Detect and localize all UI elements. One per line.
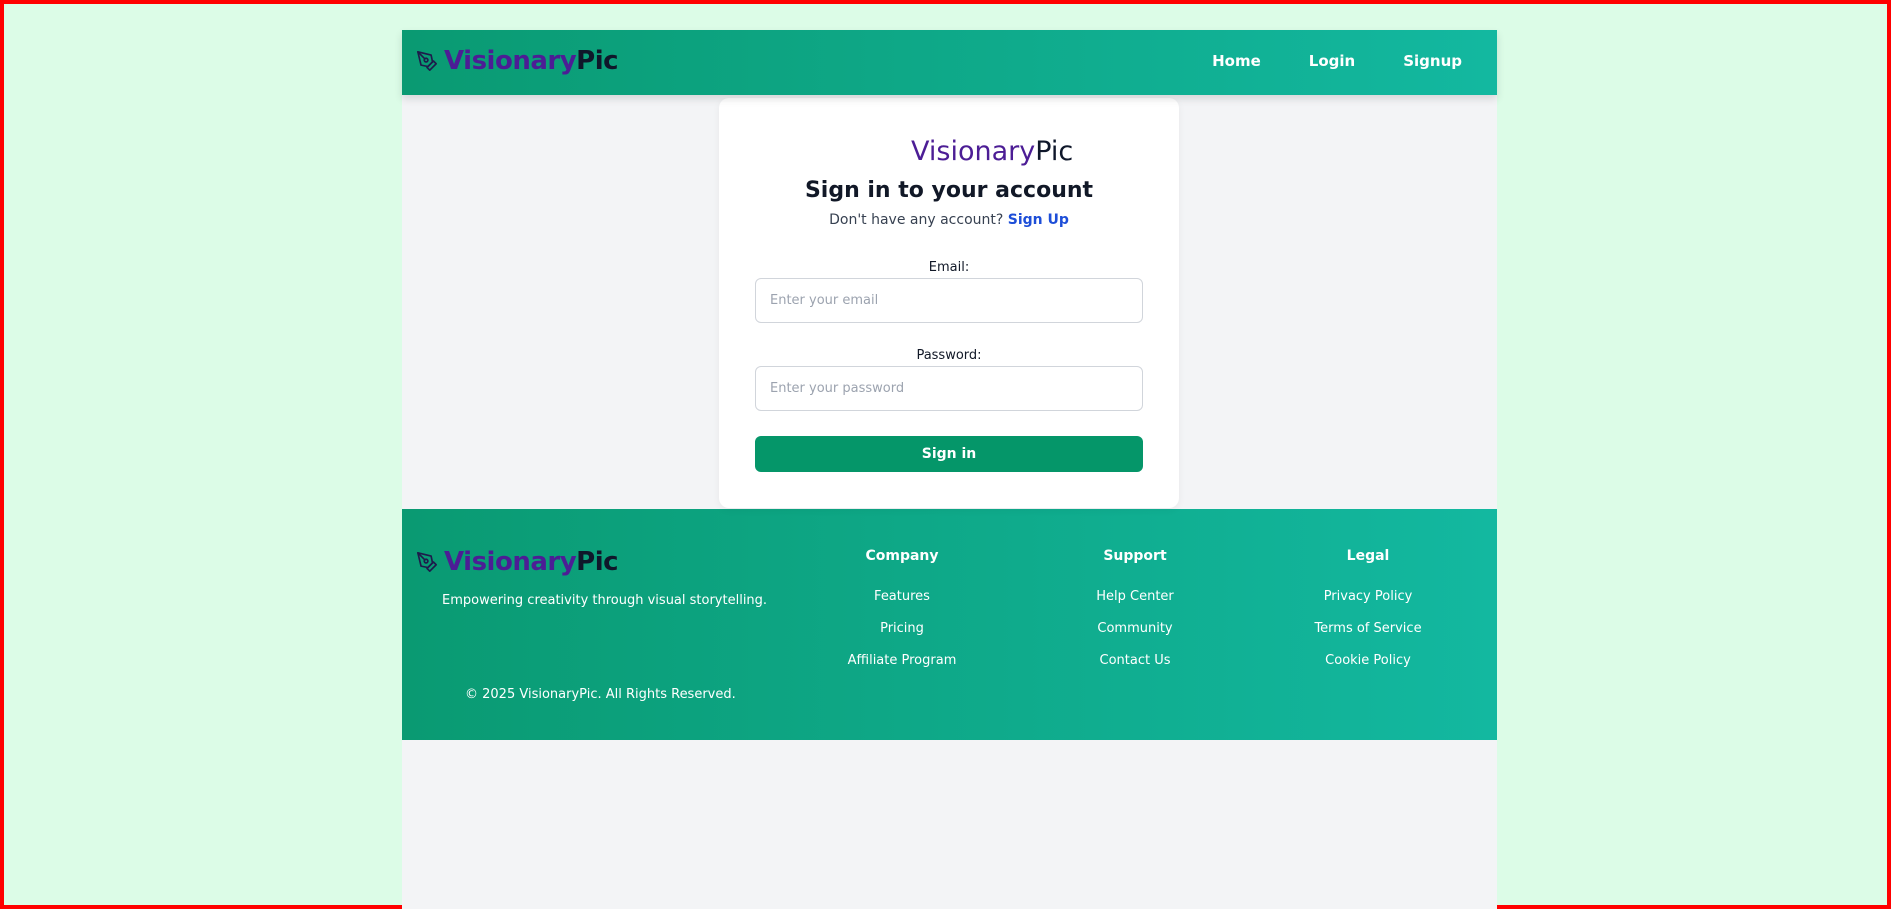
nav-links: Home Login Signup bbox=[1164, 52, 1462, 70]
card-brand: VisionaryPic bbox=[911, 136, 1073, 167]
nav-link-login[interactable]: Login bbox=[1309, 52, 1355, 70]
signin-button[interactable]: Sign in bbox=[755, 436, 1143, 472]
footer-column-heading: Legal bbox=[1346, 548, 1390, 564]
password-field[interactable] bbox=[755, 366, 1143, 411]
footer-link-contact-us[interactable]: Contact Us bbox=[1035, 650, 1235, 682]
pen-nib-icon bbox=[417, 51, 437, 71]
brand-name-part1: Visionary bbox=[444, 46, 577, 76]
signup-prompt: Don't have any account? Sign Up bbox=[719, 212, 1179, 228]
footer-column-support: Support Help Center Community Contact Us bbox=[1035, 548, 1235, 682]
footer-copyright: © 2025 VisionaryPic. All Rights Reserved… bbox=[465, 687, 736, 702]
brand-name-part2: Pic bbox=[1035, 136, 1074, 167]
footer-column-heading: Company bbox=[865, 548, 939, 564]
footer: Visionary Pic Empowering creativity throu… bbox=[402, 509, 1497, 740]
footer-link-help-center[interactable]: Help Center bbox=[1035, 586, 1235, 618]
page-frame: Visionary Pic Home Login Signup Visionary… bbox=[402, 30, 1497, 909]
email-label: Email: bbox=[928, 260, 970, 275]
brand-name-part1: Visionary bbox=[911, 136, 1036, 167]
password-label: Password: bbox=[916, 348, 982, 363]
signin-card: VisionaryPic Sign in to your account Don… bbox=[719, 98, 1179, 508]
footer-column-legal: Legal Privacy Policy Terms of Service Co… bbox=[1268, 548, 1468, 682]
navbar: Visionary Pic Home Login Signup bbox=[402, 30, 1497, 95]
footer-link-cookie-policy[interactable]: Cookie Policy bbox=[1268, 650, 1468, 682]
brand-name-part1: Visionary bbox=[444, 547, 577, 577]
footer-link-privacy-policy[interactable]: Privacy Policy bbox=[1268, 586, 1468, 618]
nav-link-signup[interactable]: Signup bbox=[1403, 52, 1462, 70]
brand-name-part2: Pic bbox=[576, 46, 619, 76]
signup-prompt-text: Don't have any account? bbox=[829, 212, 1004, 228]
nav-link-home[interactable]: Home bbox=[1212, 52, 1261, 70]
pen-nib-icon bbox=[417, 552, 437, 572]
footer-link-features[interactable]: Features bbox=[802, 586, 1002, 618]
footer-link-pricing[interactable]: Pricing bbox=[802, 618, 1002, 650]
footer-link-terms-of-service[interactable]: Terms of Service bbox=[1268, 618, 1468, 650]
brand-name-part2: Pic bbox=[576, 547, 619, 577]
footer-link-affiliate-program[interactable]: Affiliate Program bbox=[802, 650, 1002, 682]
footer-tagline: Empowering creativity through visual sto… bbox=[442, 593, 768, 608]
signup-link[interactable]: Sign Up bbox=[1008, 212, 1069, 228]
page-title: Sign in to your account bbox=[804, 178, 1094, 203]
navbar-brand[interactable]: Visionary Pic bbox=[416, 46, 619, 76]
footer-brand[interactable]: Visionary Pic bbox=[416, 547, 619, 577]
footer-link-community[interactable]: Community bbox=[1035, 618, 1235, 650]
email-field[interactable] bbox=[755, 278, 1143, 323]
footer-column-heading: Support bbox=[1103, 548, 1167, 564]
footer-column-company: Company Features Pricing Affiliate Progr… bbox=[802, 548, 1002, 682]
